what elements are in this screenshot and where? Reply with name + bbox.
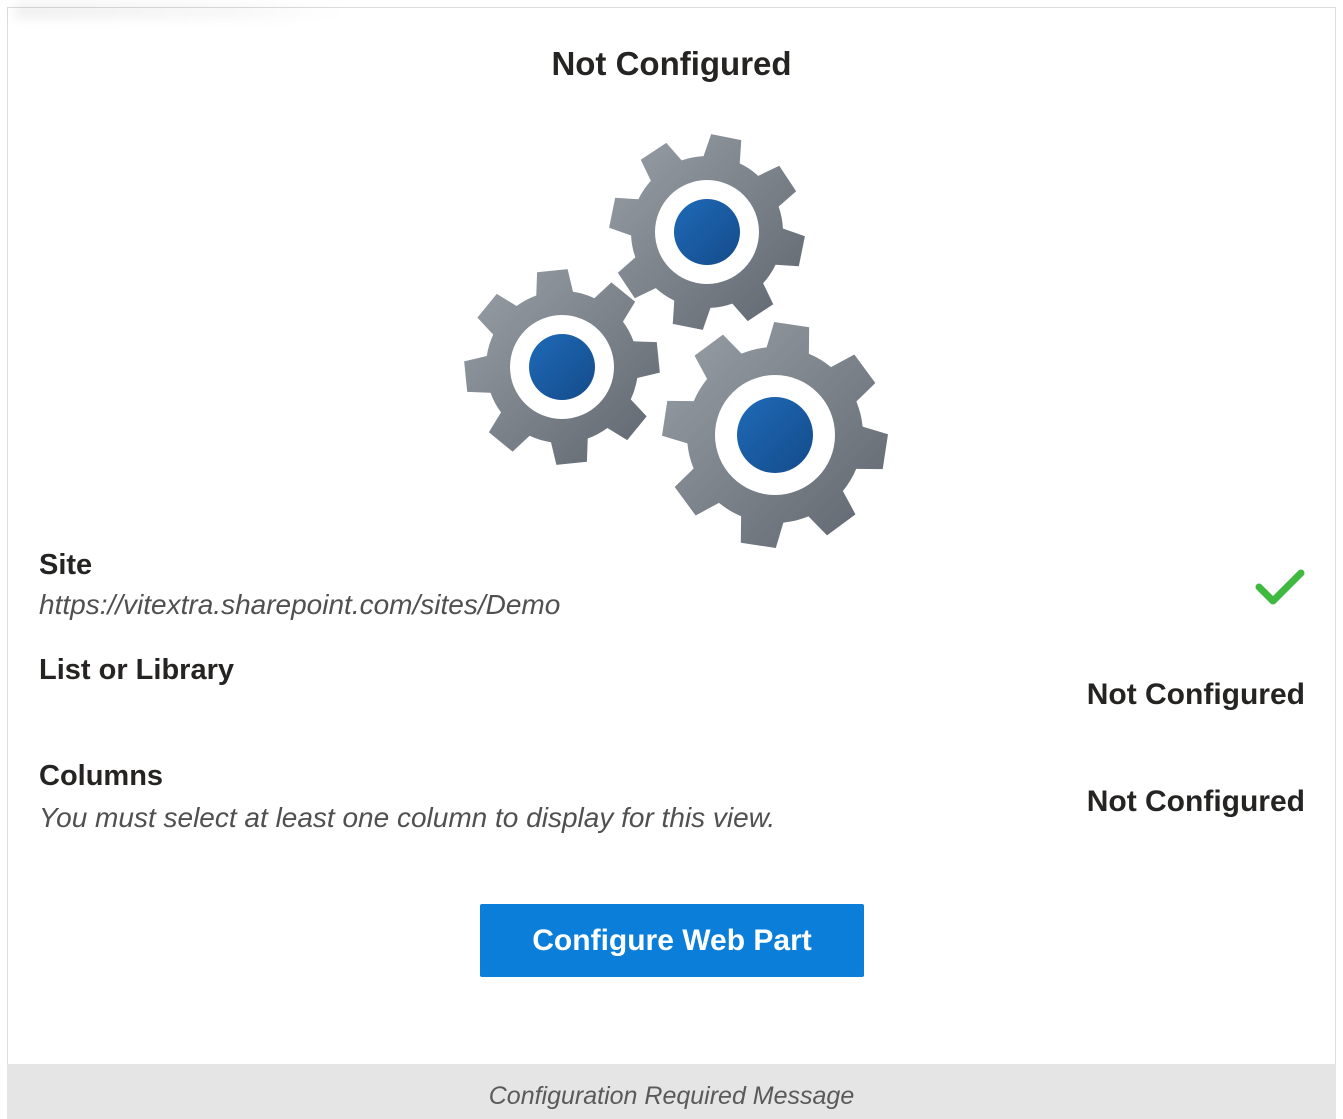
configure-web-part-button[interactable]: Configure Web Part bbox=[480, 904, 864, 977]
gear-top-hub bbox=[674, 199, 740, 265]
top-shadow bbox=[14, 4, 344, 18]
list-status: Not Configured bbox=[1086, 678, 1305, 711]
site-row: Site https://vitextra.sharepoint.com/sit… bbox=[39, 547, 1305, 623]
gear-right-hub bbox=[737, 397, 813, 473]
gears-icon bbox=[464, 134, 888, 548]
gear-left-hub bbox=[529, 334, 595, 400]
gear-left bbox=[464, 269, 660, 465]
gear-top bbox=[609, 134, 805, 330]
check-icon bbox=[1255, 569, 1305, 605]
columns-row: Columns You must select at least one col… bbox=[39, 758, 1305, 836]
gear-right bbox=[662, 322, 888, 548]
site-url: https://vitextra.sharepoint.com/sites/De… bbox=[39, 589, 561, 620]
site-label: Site bbox=[39, 549, 93, 581]
columns-status: Not Configured bbox=[1086, 785, 1305, 818]
list-row: List or Library Not Configured bbox=[39, 652, 1305, 711]
caption: Configuration Required Message bbox=[488, 1082, 855, 1110]
page-title: Not Configured bbox=[551, 45, 792, 82]
